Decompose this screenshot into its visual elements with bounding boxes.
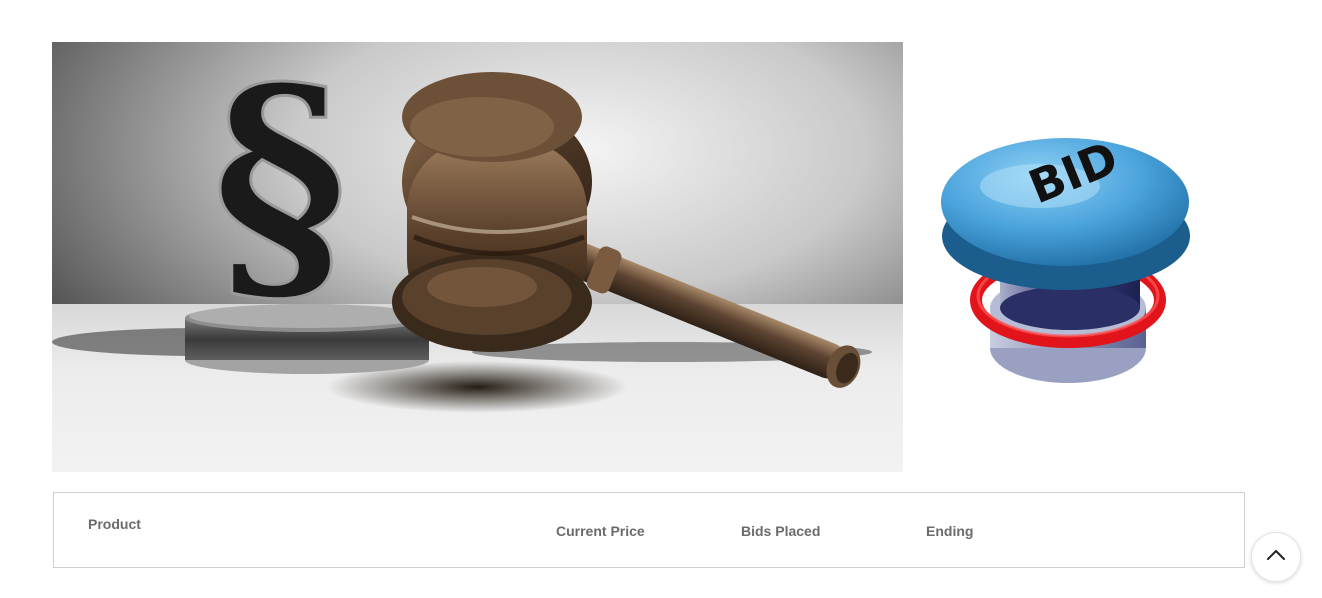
svg-text:§: § — [212, 42, 348, 336]
bid-button-image: BID — [930, 128, 1200, 393]
page: § BID Product Current Price Bids Placed … — [0, 0, 1322, 598]
chevron-up-icon — [1266, 548, 1286, 566]
gavel-image: § — [52, 42, 903, 472]
column-header-ending: Ending — [926, 523, 974, 539]
column-header-current-price: Current Price — [556, 523, 645, 539]
column-header-product: Product — [88, 516, 141, 532]
column-header-bids-placed: Bids Placed — [741, 523, 821, 539]
scroll-to-top-button[interactable] — [1251, 532, 1301, 582]
auction-table: Product Current Price Bids Placed Ending — [53, 492, 1245, 568]
